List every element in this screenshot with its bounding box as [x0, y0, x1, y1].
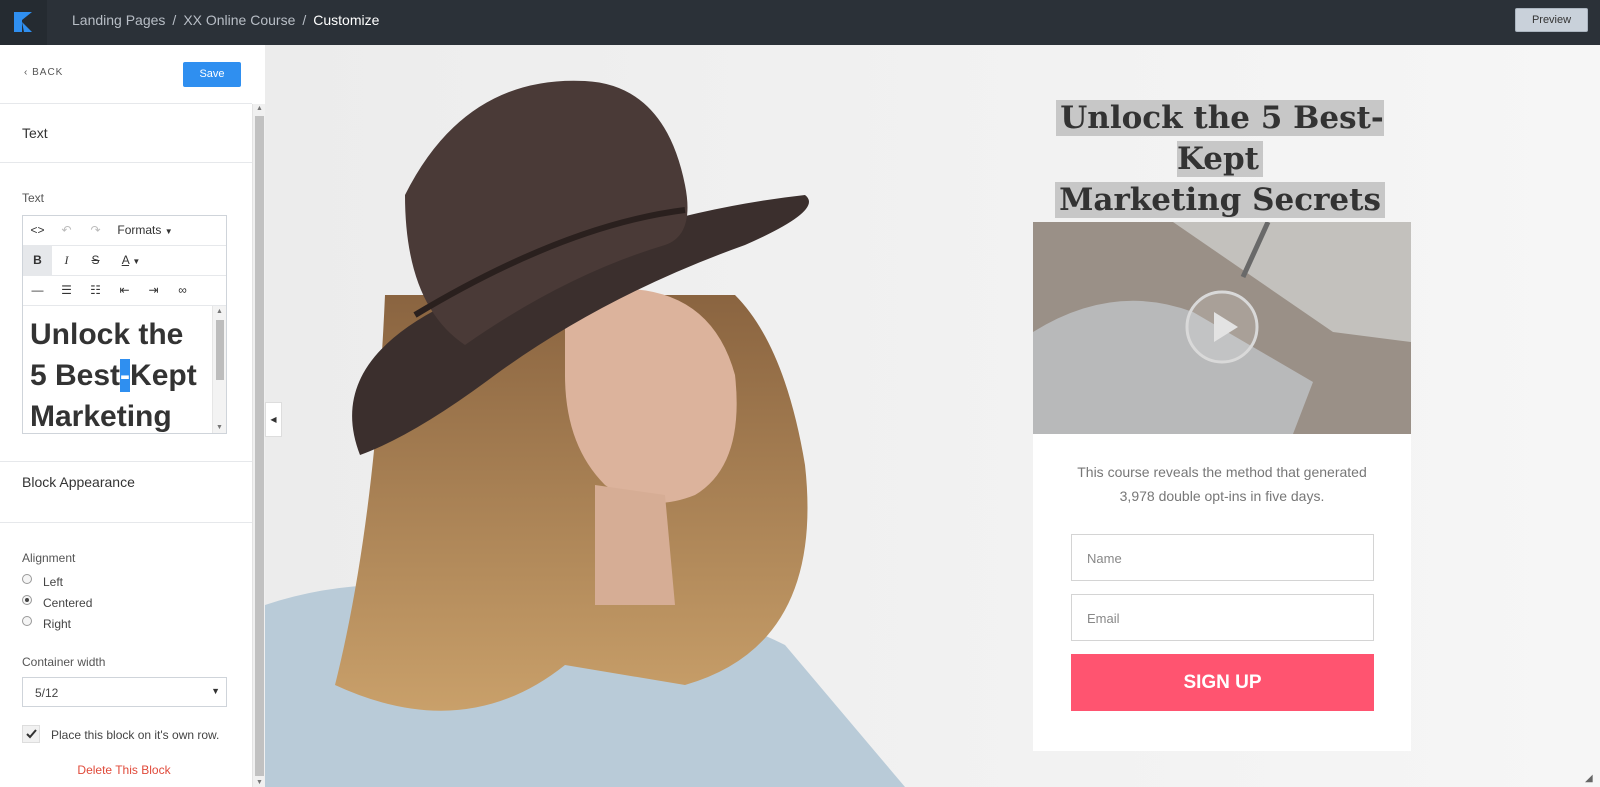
divider [0, 522, 252, 523]
scroll-up-icon[interactable]: ▲ [216, 308, 223, 315]
checkmark-icon [26, 729, 37, 739]
email-field[interactable]: Email [1071, 594, 1374, 641]
description-line: 3,978 double opt-ins in five days. [1119, 488, 1325, 504]
editor-toolbar-row-3: — ☰ ☷ ⇤ ⇥ ∞ [23, 276, 226, 306]
scroll-up-icon[interactable]: ▲ [256, 105, 263, 112]
video-block[interactable] [1033, 222, 1411, 434]
alignment-left-label[interactable]: Left [43, 575, 63, 589]
formats-dropdown[interactable]: Formats ▼ [110, 216, 180, 245]
preview-button[interactable]: Preview [1515, 8, 1588, 32]
signup-button[interactable]: SIGN UP [1071, 654, 1374, 711]
breadcrumb-separator: / [302, 12, 307, 28]
editor-toolbar-row-1: <> ↶ ↷ Formats ▼ [23, 216, 226, 246]
breadcrumb-separator: / [172, 12, 177, 28]
play-icon[interactable] [1184, 289, 1260, 365]
headline-line-1: Unlock the 5 Best-Kept [1056, 100, 1384, 177]
alignment-label: Alignment [22, 551, 76, 565]
editor-line: 5 Best-Kept [30, 355, 211, 396]
course-description: This course reveals the method that gene… [1068, 460, 1376, 508]
breadcrumb-current: Customize [313, 12, 380, 28]
logo-icon [14, 12, 32, 32]
delete-block-link[interactable]: Delete This Block [0, 763, 248, 777]
divider [0, 162, 252, 163]
settings-panel: ‹ BACK Save Text Text <> ↶ ↷ Formats ▼ B… [0, 45, 252, 787]
rich-text-editor: <> ↶ ↷ Formats ▼ B I S A ▼ — ☰ ☷ ⇤ ⇥ ∞ U… [22, 215, 227, 434]
editor-scrollbar[interactable]: ▲ ▼ [212, 306, 226, 433]
chevron-left-icon: ‹ [24, 67, 29, 78]
alignment-centered-label[interactable]: Centered [43, 596, 92, 610]
editor-text: 5 Best [30, 359, 121, 392]
back-label: BACK [32, 67, 64, 78]
bold-icon[interactable]: B [23, 246, 52, 275]
outdent-icon[interactable]: ⇤ [110, 276, 139, 305]
container-width-value: 5/12 [35, 686, 59, 700]
caret-down-icon: ▼ [211, 686, 220, 696]
panel-scroll-thumb[interactable] [255, 116, 264, 776]
editor-text: Kept [130, 359, 197, 392]
strikethrough-icon[interactable]: S [81, 246, 110, 275]
italic-icon[interactable]: I [52, 246, 81, 275]
own-row-label[interactable]: Place this block on it's own row. [51, 728, 219, 742]
text-color-icon[interactable]: A ▼ [110, 246, 152, 275]
source-code-icon[interactable]: <> [23, 216, 52, 245]
headline-line-2: Marketing Secrets [1055, 182, 1385, 218]
alignment-left-radio[interactable] [22, 574, 32, 584]
collapse-panel-button[interactable]: ◀ [265, 402, 282, 437]
horizontal-rule-icon[interactable]: — [23, 276, 52, 305]
panel-header: ‹ BACK Save [0, 45, 252, 104]
editor-scroll-thumb[interactable] [216, 320, 224, 380]
bullet-list-icon[interactable]: ☰ [52, 276, 81, 305]
page-headline[interactable]: Unlock the 5 Best-Kept Marketing Secrets [1030, 98, 1410, 221]
editor-toolbar-row-2: B I S A ▼ [23, 246, 226, 276]
top-bar: Landing Pages / XX Online Course / Customize… [0, 0, 1600, 45]
container-width-select[interactable]: 5/12 ▼ [22, 677, 227, 707]
breadcrumb-course[interactable]: XX Online Course [183, 12, 295, 28]
breadcrumb-landing-pages[interactable]: Landing Pages [72, 12, 165, 28]
undo-icon[interactable]: ↶ [52, 216, 81, 245]
breadcrumb: Landing Pages / XX Online Course / Customize [72, 12, 379, 28]
block-appearance-title: Block Appearance [22, 474, 135, 490]
name-field[interactable]: Name [1071, 534, 1374, 581]
scroll-down-icon[interactable]: ▼ [256, 779, 263, 786]
alignment-right-label[interactable]: Right [43, 617, 71, 631]
editor-line: Unlock the [30, 318, 184, 351]
formats-label: Formats [117, 223, 162, 237]
own-row-checkbox[interactable] [22, 725, 40, 743]
resize-handle-icon[interactable]: ◢ [1585, 773, 1593, 784]
divider [0, 461, 252, 462]
section-text-title: Text [22, 125, 48, 141]
numbered-list-icon[interactable]: ☷ [81, 276, 110, 305]
caret-down-icon: ▼ [164, 227, 173, 236]
alignment-centered-radio[interactable] [22, 595, 32, 605]
editor-line: Marketing [30, 400, 172, 433]
scroll-down-icon[interactable]: ▼ [216, 424, 223, 431]
editor-selection: - [120, 359, 131, 392]
save-button[interactable]: Save [183, 62, 241, 87]
app-logo[interactable] [0, 0, 47, 45]
container-width-label: Container width [22, 655, 106, 669]
alignment-right-radio[interactable] [22, 616, 32, 626]
text-field-label: Text [22, 191, 45, 205]
link-icon[interactable]: ∞ [168, 276, 197, 305]
redo-icon[interactable]: ↷ [81, 216, 110, 245]
panel-scrollbar[interactable]: ▲ ▼ [252, 104, 265, 787]
indent-icon[interactable]: ⇥ [139, 276, 168, 305]
editor-content[interactable]: Unlock the 5 Best-Kept Marketing [23, 306, 211, 433]
back-button[interactable]: ‹ BACK [24, 67, 63, 78]
description-line: This course reveals the method that gene… [1077, 464, 1367, 480]
